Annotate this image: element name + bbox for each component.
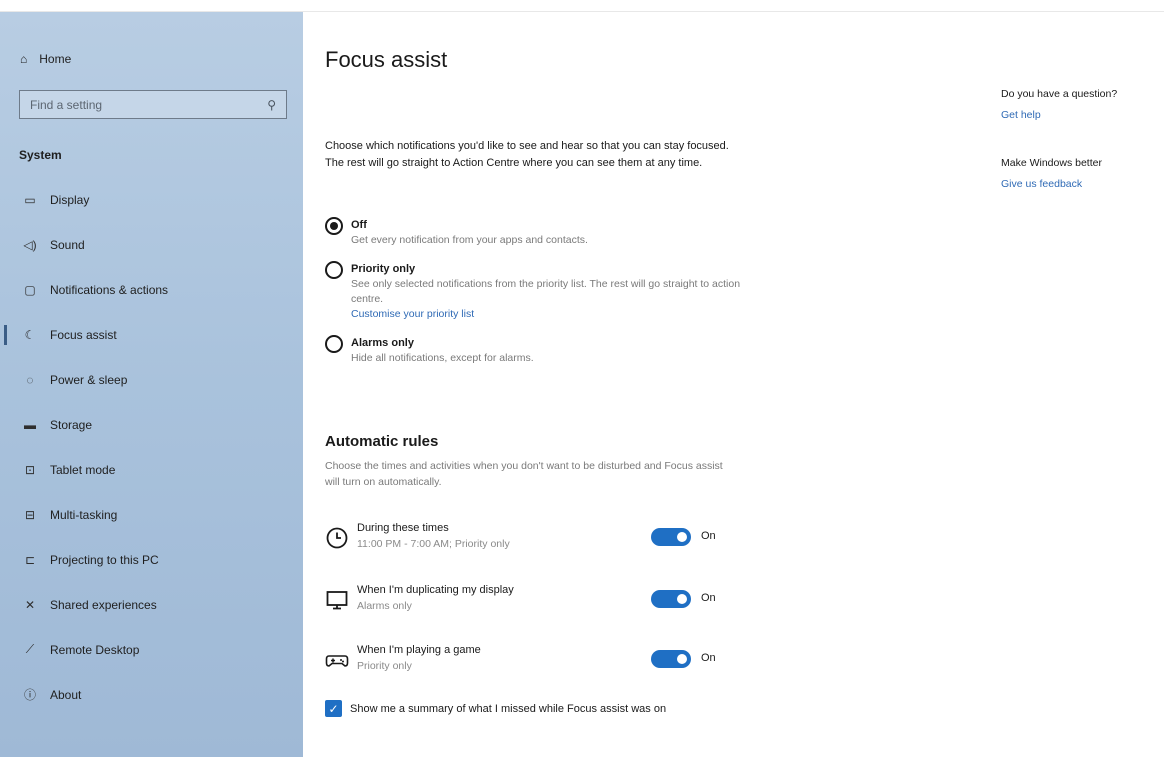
nav-list: ▭ Display ◁) Sound ▢ Notifications & act… bbox=[0, 177, 303, 717]
option-description: Get every notification from your apps an… bbox=[351, 234, 588, 246]
intro-text: Choose which notifications you'd like to… bbox=[325, 140, 729, 169]
sidebar-item-label: Multi-tasking bbox=[50, 507, 118, 522]
option-description: Hide all notifications, except for alarm… bbox=[351, 352, 534, 364]
radio-priority-only[interactable] bbox=[325, 261, 343, 279]
sidebar-item-notifications[interactable]: ▢ Notifications & actions bbox=[0, 267, 303, 312]
sidebar-item-remote-desktop[interactable]: ⟋ Remote Desktop bbox=[0, 627, 303, 672]
sidebar-item-power-sleep[interactable]: ◌ Power & sleep bbox=[0, 357, 303, 402]
sidebar-item-label: Remote Desktop bbox=[50, 642, 140, 657]
monitor-icon bbox=[326, 591, 348, 610]
search-input[interactable] bbox=[30, 97, 268, 112]
rule-duplicating-display[interactable]: When I'm duplicating my display Alarms o… bbox=[325, 582, 745, 622]
radio-off[interactable] bbox=[325, 217, 343, 235]
option-alarms-only[interactable]: Alarms only Hide all notifications, exce… bbox=[325, 335, 745, 366]
sidebar-item-label: Notifications & actions bbox=[50, 282, 169, 297]
sound-icon: ◁) bbox=[23, 237, 37, 252]
focus-assist-icon: ☾ bbox=[24, 327, 36, 342]
option-description: See only selected notifications from the… bbox=[351, 278, 741, 305]
power-icon: ◌ bbox=[26, 372, 34, 387]
toggle-state-label: On bbox=[701, 592, 716, 604]
automatic-rules-description: Choose the times and activities when you… bbox=[325, 460, 723, 488]
sidebar-item-sound[interactable]: ◁) Sound bbox=[0, 222, 303, 267]
info-icon: ⓘ bbox=[23, 688, 36, 702]
sidebar-item-focus-assist[interactable]: ☾ Focus assist bbox=[0, 312, 303, 357]
option-label: Priority only bbox=[351, 263, 416, 275]
toggle-knob bbox=[677, 654, 687, 664]
sidebar-item-label: Shared experiences bbox=[50, 597, 157, 612]
option-label: Off bbox=[351, 219, 367, 231]
checkmark-icon: ✓ bbox=[328, 701, 339, 716]
toggle-during-these-times[interactable] bbox=[651, 528, 691, 546]
give-feedback-link[interactable]: Give us feedback bbox=[1001, 178, 1161, 190]
title-bar bbox=[0, 0, 1164, 12]
option-label: Alarms only bbox=[351, 337, 414, 349]
page-title: Focus assist bbox=[325, 47, 448, 72]
sidebar-item-multitasking[interactable]: ⊟ Multi-tasking bbox=[0, 492, 303, 537]
sidebar-item-label: Sound bbox=[50, 237, 85, 252]
radio-alarms-only[interactable] bbox=[325, 335, 343, 353]
toggle-duplicating-display[interactable] bbox=[651, 590, 691, 608]
rule-title: When I'm duplicating my display bbox=[357, 584, 514, 596]
rule-subtitle: Alarms only bbox=[357, 600, 412, 612]
summary-checkbox[interactable]: ✓ bbox=[325, 700, 342, 717]
toggle-state-label: On bbox=[701, 652, 716, 664]
rule-subtitle: Priority only bbox=[357, 660, 412, 672]
rule-subtitle: 11:00 PM - 7:00 AM; Priority only bbox=[357, 538, 510, 550]
sidebar-item-label: About bbox=[50, 687, 82, 702]
automatic-rules-heading: Automatic rules bbox=[325, 433, 439, 450]
sidebar-item-label: Display bbox=[50, 192, 90, 207]
sidebar-item-shared-experiences[interactable]: ✕ Shared experiences bbox=[0, 582, 303, 627]
sidebar-item-projecting[interactable]: ⊏ Projecting to this PC bbox=[0, 537, 303, 582]
display-icon: ▭ bbox=[24, 192, 36, 207]
toggle-knob bbox=[677, 594, 687, 604]
related-panel: Do you have a question? Get help Make Wi… bbox=[1001, 88, 1161, 226]
home-label: Home bbox=[39, 52, 72, 66]
toggle-knob bbox=[677, 532, 687, 542]
sidebar-item-label: Storage bbox=[50, 417, 93, 432]
rule-during-these-times[interactable]: During these times 11:00 PM - 7:00 AM; P… bbox=[325, 520, 745, 560]
sidebar-item-label: Power & sleep bbox=[50, 372, 128, 387]
remote-desktop-icon: ⟋ bbox=[25, 642, 35, 656]
clock-icon bbox=[326, 527, 348, 549]
focus-mode-radio-group: Off Get every notification from your app… bbox=[325, 217, 745, 379]
radio-selected-dot bbox=[330, 222, 338, 230]
sidebar-item-about[interactable]: ⓘ About bbox=[0, 672, 303, 717]
storage-icon: ▬ bbox=[24, 417, 36, 432]
tablet-icon: ⊡ bbox=[24, 462, 36, 477]
notifications-icon: ▢ bbox=[24, 282, 36, 297]
rule-title: During these times bbox=[357, 522, 449, 534]
gamepad-icon bbox=[325, 655, 349, 667]
sidebar-item-label: Projecting to this PC bbox=[50, 552, 159, 567]
get-help-link[interactable]: Get help bbox=[1001, 109, 1161, 121]
sidebar-item-display[interactable]: ▭ Display bbox=[0, 177, 303, 222]
option-off[interactable]: Off Get every notification from your app… bbox=[325, 217, 745, 248]
home-nav-item[interactable]: ⌂ Home bbox=[20, 52, 71, 66]
search-icon: ⚲ bbox=[267, 97, 276, 112]
toggle-playing-game[interactable] bbox=[651, 650, 691, 668]
home-icon: ⌂ bbox=[20, 52, 28, 66]
rule-title: When I'm playing a game bbox=[357, 644, 481, 656]
option-priority-only[interactable]: Priority only See only selected notifica… bbox=[325, 261, 745, 322]
summary-checkbox-row[interactable]: ✓ Show me a summary of what I missed whi… bbox=[325, 700, 666, 717]
rule-playing-game[interactable]: When I'm playing a game Priority only On bbox=[325, 642, 745, 682]
sidebar-item-tablet-mode[interactable]: ⊡ Tablet mode bbox=[0, 447, 303, 492]
toggle-state-label: On bbox=[701, 530, 716, 542]
shared-icon: ✕ bbox=[24, 597, 36, 612]
feedback-heading: Make Windows better bbox=[1001, 157, 1102, 169]
question-heading: Do you have a question? bbox=[1001, 88, 1118, 100]
feedback-block: Make Windows better Give us feedback bbox=[1001, 157, 1161, 190]
section-label-system: System bbox=[19, 148, 62, 162]
multitasking-icon: ⊟ bbox=[24, 507, 36, 522]
question-block: Do you have a question? Get help bbox=[1001, 88, 1161, 121]
search-box[interactable]: ⚲ bbox=[19, 90, 287, 119]
sidebar-item-label: Tablet mode bbox=[50, 462, 116, 477]
projecting-icon: ⊏ bbox=[24, 552, 36, 567]
sidebar-item-storage[interactable]: ▬ Storage bbox=[0, 402, 303, 447]
sidebar-item-label: Focus assist bbox=[50, 327, 117, 342]
summary-checkbox-label: Show me a summary of what I missed while… bbox=[350, 702, 667, 715]
customise-priority-list-link[interactable]: Customise your priority list bbox=[351, 307, 745, 322]
sidebar: ⌂ Home ⚲ System ▭ Display ◁) Sound ▢ Not… bbox=[0, 12, 303, 757]
